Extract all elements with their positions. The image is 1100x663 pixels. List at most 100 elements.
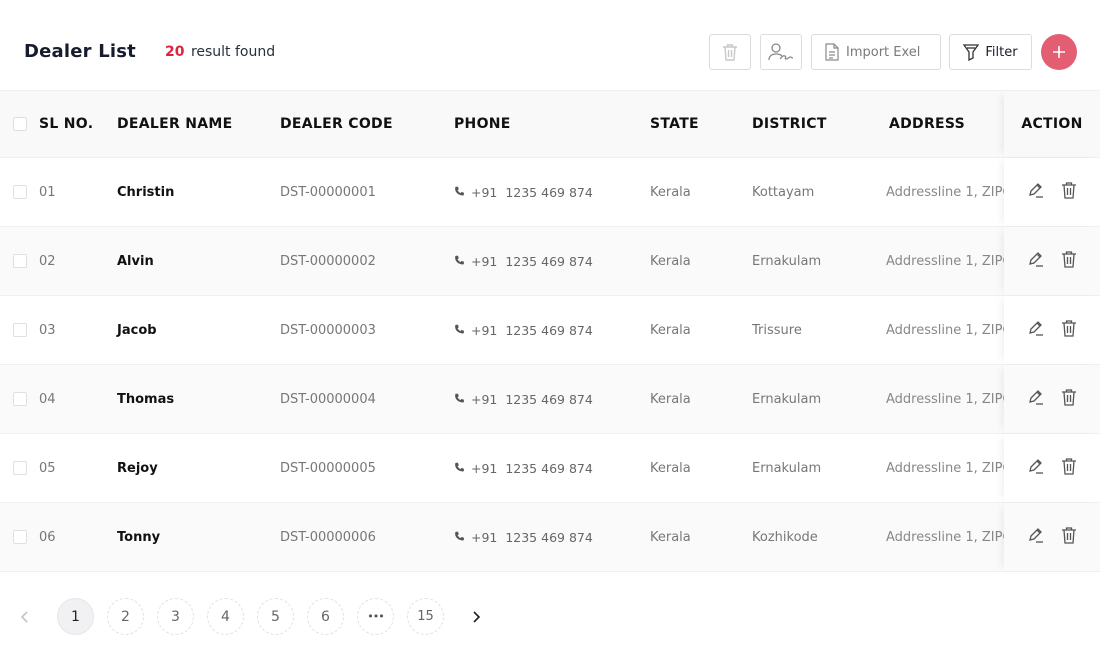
cell-district: Trissure xyxy=(752,322,802,338)
table-row: 03 Jacob DST-00000003 +91 1235 469 874 Keral… xyxy=(0,296,1100,365)
cell-dealer-code: DST-00000005 xyxy=(280,460,376,476)
filter-button[interactable]: Filter xyxy=(949,34,1032,70)
user-signature-icon xyxy=(768,43,794,61)
edit-row-button[interactable] xyxy=(1027,526,1045,548)
row-checkbox[interactable] xyxy=(13,185,27,199)
import-excel-button[interactable]: Import Exel xyxy=(811,34,941,70)
page-title: Dealer List xyxy=(24,41,136,62)
column-header-action: ACTION xyxy=(1004,91,1100,157)
cell-dealer-name: Tonny xyxy=(117,529,161,545)
page-1-button[interactable]: 1 xyxy=(57,598,94,635)
delete-row-button[interactable] xyxy=(1061,319,1077,341)
row-checkbox[interactable] xyxy=(13,530,27,544)
trash-icon xyxy=(723,44,737,61)
chevron-left-icon xyxy=(20,610,28,623)
cell-sl: 04 xyxy=(39,391,56,407)
address-text: Addressline 1, ZIPCODE xyxy=(886,460,1004,476)
delete-row-button[interactable] xyxy=(1061,250,1077,272)
cell-state: Kerala xyxy=(650,529,691,545)
add-dealer-button[interactable] xyxy=(1041,34,1077,70)
cell-phone: +91 1235 469 874 xyxy=(454,227,593,295)
cell-action xyxy=(1004,158,1100,226)
column-header-dealer-code[interactable]: DEALER CODE xyxy=(280,91,393,157)
prev-page-button[interactable] xyxy=(6,598,43,635)
cell-dealer-name: Jacob xyxy=(117,322,157,338)
table-row: 04 Thomas DST-00000004 +91 1235 469 874 Kera… xyxy=(0,365,1100,434)
funnel-icon xyxy=(963,44,980,61)
edit-row-button[interactable] xyxy=(1027,181,1045,203)
table-row: 02 Alvin DST-00000002 +91 1235 469 874 Keral… xyxy=(0,227,1100,296)
cell-phone: +91 1235 469 874 xyxy=(454,296,593,364)
cell-address: Addressline 1, ZIPCODE xyxy=(886,365,1004,433)
column-header-phone[interactable]: PHONE xyxy=(454,91,511,157)
cell-address: Addressline 1, ZIPCODE xyxy=(886,434,1004,502)
cell-phone: +91 1235 469 874 xyxy=(454,158,593,226)
table-header: SL NO. DEALER NAME DEALER CODE PHONE STA… xyxy=(0,90,1100,158)
phone-icon xyxy=(455,393,464,403)
trash-icon xyxy=(1062,251,1076,268)
edit-icon xyxy=(1029,321,1043,336)
cell-dealer-code: DST-00000002 xyxy=(280,253,376,269)
cell-action xyxy=(1004,296,1100,364)
bulk-delete-button[interactable] xyxy=(709,34,751,70)
pagination: 1 2 3 4 5 6 ••• 15 xyxy=(0,598,1100,635)
edit-row-button[interactable] xyxy=(1027,457,1045,479)
delete-row-button[interactable] xyxy=(1061,526,1077,548)
page-4-button[interactable]: 4 xyxy=(207,598,244,635)
assign-user-button[interactable] xyxy=(760,34,802,70)
delete-row-button[interactable] xyxy=(1061,388,1077,410)
row-select-cell xyxy=(13,296,27,364)
edit-icon xyxy=(1029,183,1043,198)
phone-number: +91 1235 469 874 xyxy=(471,253,593,269)
column-header-district[interactable]: DISTRICT xyxy=(752,91,827,157)
trash-icon xyxy=(1062,320,1076,337)
edit-icon xyxy=(1029,528,1043,543)
cell-address: Addressline 1, ZIPCODE xyxy=(886,296,1004,364)
cell-district: Kozhikode xyxy=(752,529,818,545)
result-summary: 20 result found xyxy=(165,44,275,60)
page-6-button[interactable]: 6 xyxy=(307,598,344,635)
edit-row-button[interactable] xyxy=(1027,319,1045,341)
page-3-button[interactable]: 3 xyxy=(157,598,194,635)
page-15-button[interactable]: 15 xyxy=(407,598,444,635)
trash-icon xyxy=(1062,527,1076,544)
cell-dealer-name: Alvin xyxy=(117,253,154,269)
column-header-address[interactable]: ADDRESS xyxy=(889,91,1007,157)
column-header-sl[interactable]: SL NO. xyxy=(39,91,93,157)
table-row: 06 Tonny DST-00000006 +91 1235 469 874 Keral… xyxy=(0,503,1100,572)
row-checkbox[interactable] xyxy=(13,254,27,268)
edit-row-button[interactable] xyxy=(1027,250,1045,272)
delete-row-button[interactable] xyxy=(1061,181,1077,203)
cell-district: Ernakulam xyxy=(752,460,822,476)
cell-address: Addressline 1, ZIPCODE xyxy=(886,158,1004,226)
row-checkbox[interactable] xyxy=(13,392,27,406)
address-text: Addressline 1, ZIPCODE xyxy=(886,322,1004,338)
phone-icon xyxy=(455,186,464,196)
page-5-button[interactable]: 5 xyxy=(257,598,294,635)
column-header-state[interactable]: STATE xyxy=(650,91,699,157)
phone-number: +91 1235 469 874 xyxy=(471,322,593,338)
cell-sl: 03 xyxy=(39,322,56,338)
phone-number: +91 1235 469 874 xyxy=(471,460,593,476)
select-all-checkbox[interactable] xyxy=(13,117,27,131)
row-checkbox[interactable] xyxy=(13,323,27,337)
cell-sl: 02 xyxy=(39,253,56,269)
cell-sl: 06 xyxy=(39,529,56,545)
edit-icon xyxy=(1029,252,1043,267)
trash-icon xyxy=(1062,389,1076,406)
row-select-cell xyxy=(13,503,27,571)
phone-icon xyxy=(455,462,464,472)
next-page-button[interactable] xyxy=(457,598,494,635)
document-icon xyxy=(825,43,839,61)
edit-row-button[interactable] xyxy=(1027,388,1045,410)
cell-sl: 05 xyxy=(39,460,56,476)
trash-icon xyxy=(1062,458,1076,475)
cell-address: Addressline 1, ZIPCODE xyxy=(886,227,1004,295)
page-ellipsis-button[interactable]: ••• xyxy=(357,598,394,635)
row-checkbox[interactable] xyxy=(13,461,27,475)
page-2-button[interactable]: 2 xyxy=(107,598,144,635)
column-header-dealer-name[interactable]: DEALER NAME xyxy=(117,91,233,157)
cell-dealer-name: Thomas xyxy=(117,391,175,407)
plus-icon xyxy=(1053,46,1065,58)
delete-row-button[interactable] xyxy=(1061,457,1077,479)
